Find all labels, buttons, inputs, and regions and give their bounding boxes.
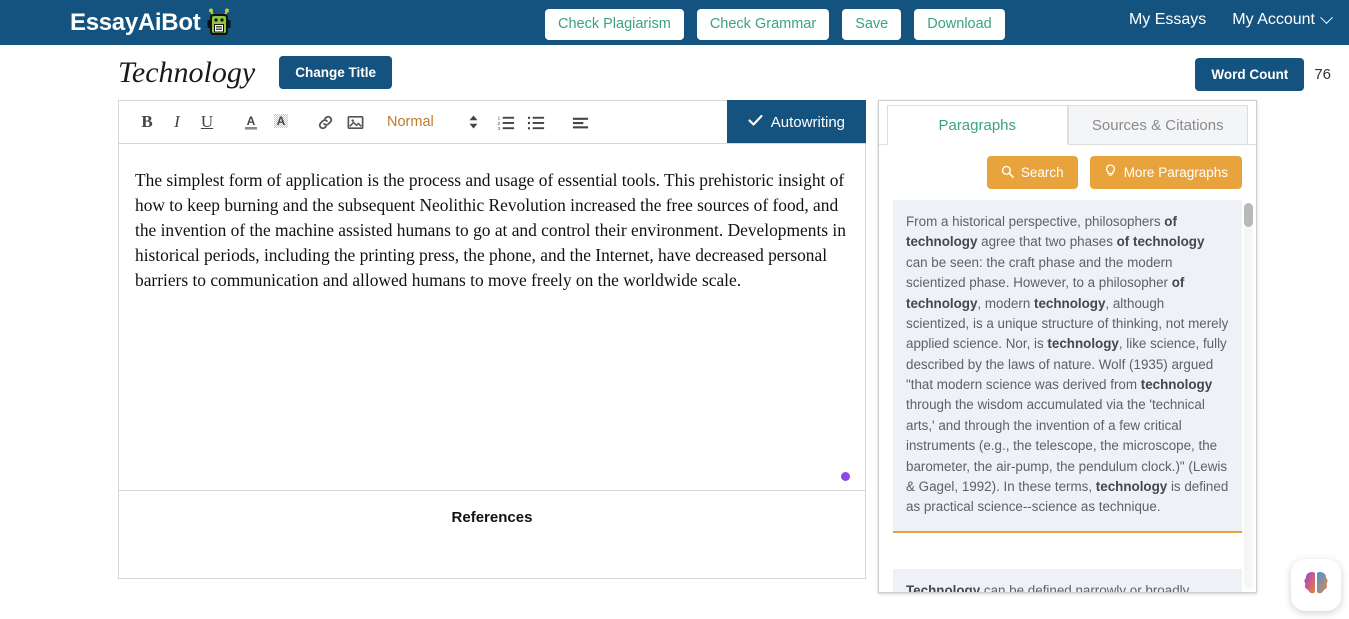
- bullet-list-icon[interactable]: [523, 108, 551, 136]
- my-account-label: My Account: [1232, 11, 1315, 28]
- link-icon[interactable]: [311, 108, 339, 136]
- autowriting-button[interactable]: Autowriting: [726, 100, 866, 145]
- page-title: Technology: [118, 55, 256, 89]
- search-button[interactable]: Search: [986, 156, 1078, 189]
- autowriting-label: Autowriting: [770, 114, 845, 131]
- paragraph-suggestion-text: Technology can be defined narrowly or br…: [906, 582, 1190, 592]
- references-heading: References: [451, 509, 533, 526]
- status-dot-indicator: [841, 472, 850, 481]
- navbar-actions: Check Plagiarism Check Grammar Save Down…: [545, 9, 1005, 40]
- suggestions-panel: Paragraphs Sources & Citations Search Mo…: [878, 100, 1257, 593]
- updown-arrows-icon: [468, 114, 479, 130]
- brand-logo[interactable]: EssayAiBot: [70, 7, 232, 39]
- word-count-group: Word Count 76: [1195, 58, 1331, 91]
- bold-icon[interactable]: B: [133, 108, 161, 136]
- ordered-list-icon[interactable]: 1 2 3: [493, 108, 521, 136]
- svg-text:3: 3: [498, 126, 501, 132]
- highlight-icon[interactable]: A: [267, 108, 295, 136]
- tab-paragraphs[interactable]: Paragraphs: [887, 105, 1068, 145]
- robot-icon: [206, 7, 232, 37]
- svg-text:A: A: [277, 114, 286, 128]
- more-paragraphs-label: More Paragraphs: [1123, 165, 1228, 180]
- essay-text-area[interactable]: The simplest form of application is the …: [118, 143, 866, 491]
- text-color-icon[interactable]: A: [237, 108, 265, 136]
- document-title-row: Technology Change Title Word Count 76: [0, 45, 1349, 100]
- chevron-down-icon: [1320, 10, 1333, 24]
- tab-paragraphs-label: Paragraphs: [938, 116, 1017, 134]
- svg-text:1: 1: [498, 115, 501, 121]
- tab-sources-citations[interactable]: Sources & Citations: [1067, 105, 1248, 144]
- panel-scrollbar-track[interactable]: [1244, 203, 1253, 589]
- download-button[interactable]: Download: [914, 9, 1005, 40]
- save-button[interactable]: Save: [842, 9, 902, 40]
- editor-toolbar: B I U A A Normal 1 2 3 Autowriting: [118, 100, 866, 145]
- paragraph-suggestions-list[interactable]: From a historical perspective, philosoph…: [879, 200, 1256, 592]
- brain-icon: [1301, 570, 1331, 601]
- essay-editor: B I U A A Normal 1 2 3 Autowriting The s…: [118, 100, 866, 579]
- paragraph-suggestion-card[interactable]: From a historical perspective, philosoph…: [893, 200, 1242, 531]
- word-count-value: 76: [1314, 66, 1331, 83]
- essay-body-text: The simplest form of application is the …: [135, 170, 846, 291]
- svg-text:2: 2: [498, 120, 501, 126]
- search-button-label: Search: [1020, 165, 1064, 180]
- more-paragraphs-button[interactable]: More Paragraphs: [1089, 156, 1242, 189]
- my-essays-label: My Essays: [1128, 11, 1207, 28]
- panel-tabs: Paragraphs Sources & Citations: [879, 101, 1256, 145]
- align-icon[interactable]: [567, 108, 595, 136]
- underline-icon[interactable]: U: [193, 108, 221, 136]
- search-icon: [1001, 165, 1014, 181]
- card-spacer: [893, 533, 1242, 569]
- my-essays-link[interactable]: My Essays: [1129, 11, 1206, 29]
- image-icon[interactable]: [341, 108, 369, 136]
- italic-icon[interactable]: I: [163, 108, 191, 136]
- ai-assistant-widget[interactable]: [1291, 559, 1341, 611]
- check-grammar-button[interactable]: Check Grammar: [696, 9, 830, 40]
- navbar-user-links: My Essays My Account: [1129, 10, 1333, 29]
- panel-scrollbar-thumb[interactable]: [1244, 203, 1253, 227]
- format-dropdown[interactable]: Normal: [387, 114, 479, 130]
- paragraph-suggestion-card[interactable]: Technology can be defined narrowly or br…: [893, 568, 1242, 592]
- panel-action-buttons: Search More Paragraphs: [879, 145, 1256, 200]
- references-section: References: [118, 491, 866, 579]
- format-dropdown-label: Normal: [387, 114, 434, 130]
- lightbulb-icon: [1104, 164, 1117, 181]
- paragraph-suggestion-text: From a historical perspective, philosoph…: [906, 214, 1229, 515]
- word-count-button[interactable]: Word Count: [1195, 58, 1305, 91]
- top-navbar: EssayAiBot Check Plagiarism Check Gramma…: [0, 0, 1349, 45]
- tab-sources-citations-label: Sources & Citations: [1091, 116, 1224, 134]
- my-account-menu[interactable]: My Account: [1232, 10, 1333, 29]
- check-plagiarism-button[interactable]: Check Plagiarism: [545, 9, 684, 40]
- change-title-button[interactable]: Change Title: [279, 56, 392, 89]
- svg-text:A: A: [247, 114, 256, 128]
- check-icon: [748, 114, 763, 131]
- brand-name: EssayAiBot: [70, 8, 201, 36]
- main-content: B I U A A Normal 1 2 3 Autowriting The s…: [0, 100, 1349, 593]
